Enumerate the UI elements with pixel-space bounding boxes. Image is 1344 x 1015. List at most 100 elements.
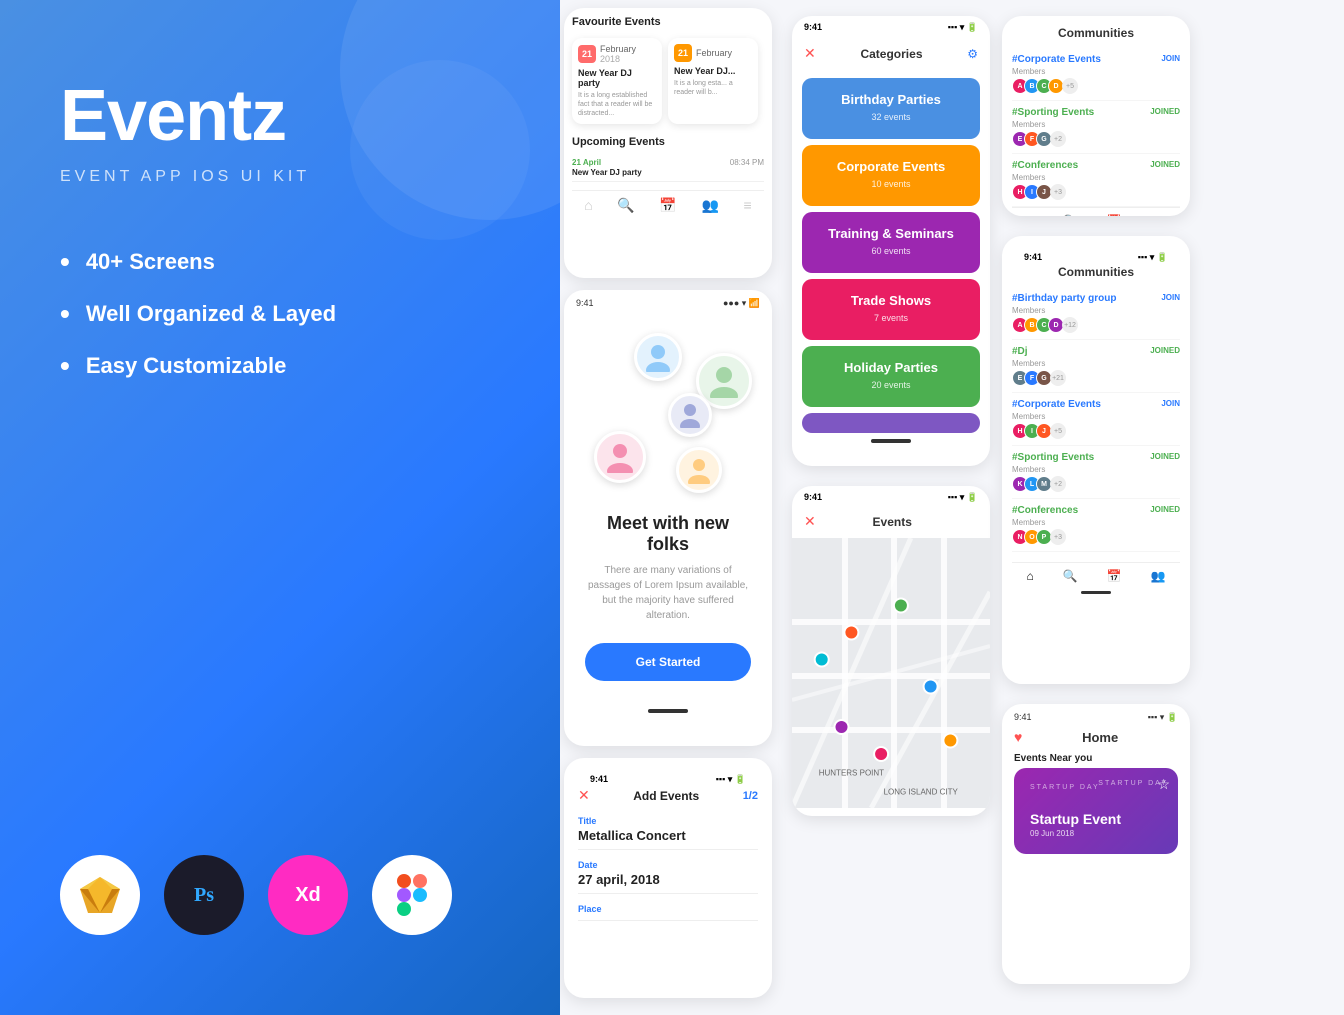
map-title: Events [873, 515, 912, 529]
place-field[interactable]: Place [578, 904, 758, 921]
onboarding-headline: Meet with new folks [584, 513, 752, 555]
event-date-home: 09 Jun 2018 [1030, 829, 1162, 838]
star-icon[interactable]: ☆ [1157, 776, 1170, 793]
event-title-2: New Year DJ... [674, 66, 752, 76]
phone-map[interactable]: 9:41 ▪▪▪ ▾ 🔋 ✕ Events X [792, 486, 990, 816]
category-holiday[interactable]: Holiday Parties 20 events [802, 346, 980, 407]
category-holiday-name: Holiday Parties [818, 360, 964, 375]
category-birthday[interactable]: Birthday Parties 32 events [802, 78, 980, 139]
community-sporting-2[interactable]: #Sporting Events Members K L M +2 JOINED [1012, 446, 1180, 499]
joined-sport2[interactable]: JOINED [1150, 452, 1180, 461]
join-bday[interactable]: JOIN [1161, 293, 1180, 302]
feature-1: 40+ Screens [60, 246, 500, 278]
category-trade[interactable]: Trade Shows 7 events [802, 279, 980, 340]
upcoming-item[interactable]: 21 April New Year DJ party 08:34 PM [572, 154, 764, 182]
people-nav-icon[interactable]: 👥 [701, 197, 718, 214]
community-birthday-group[interactable]: #Birthday party group Members A B C D +1… [1012, 287, 1180, 340]
community-item-conferences-top[interactable]: #Conferences Members H I J +3 JOINED [1012, 154, 1180, 207]
community-name-dj: #Dj [1012, 346, 1066, 357]
home-nav-icon[interactable]: ⌂ [584, 197, 592, 214]
phone-community-full[interactable]: 9:41 ▪▪▪ ▾ 🔋 Communities #Birthday party… [1002, 236, 1190, 684]
map-header: ✕ Events X [792, 505, 990, 538]
search-nav-icon[interactable]: 🔍 [617, 197, 634, 214]
members-label-conf2: Members [1012, 518, 1078, 527]
heart-icon[interactable]: ♥ [1014, 729, 1022, 745]
phone-home[interactable]: 9:41 ▪▪▪ ▾ 🔋 ♥ Home Events Near you STAR… [1002, 704, 1190, 984]
category-training[interactable]: Training & Seminars 60 events [802, 212, 980, 273]
close-button[interactable]: ✕ [578, 787, 590, 804]
title-separator [578, 849, 758, 850]
member-avatars-corp2: H I J +5 [1012, 423, 1101, 439]
joined-button-3[interactable]: JOINED [1150, 160, 1180, 169]
get-started-button[interactable]: Get Started [585, 643, 751, 681]
search-icon-top[interactable]: 🔍 [1063, 214, 1078, 216]
phone-add-events[interactable]: 9:41 ▪▪▪ ▾ 🔋 ✕ Add Events 1/2 Title Meta… [564, 758, 772, 998]
phone-favourite-events[interactable]: Favourite Events 21 February2018 New Yea… [564, 8, 772, 278]
category-training-count: 60 events [871, 246, 910, 256]
app-title: Eventz [60, 80, 500, 152]
people-icon-top[interactable]: 👥 [1151, 214, 1166, 216]
members-label-sport2: Members [1012, 465, 1094, 474]
menu-nav-icon[interactable]: ≡ [744, 197, 752, 214]
categories-filter[interactable]: ⚙ [967, 47, 978, 61]
member-avatars-sport2: K L M +2 [1012, 476, 1094, 492]
community-dj[interactable]: #Dj Members E F G +21 JOINED [1012, 340, 1180, 393]
community-conferences-2[interactable]: #Conferences Members N O P +3 JOINED [1012, 499, 1180, 552]
member-avatars-conf2: N O P +3 [1012, 529, 1078, 545]
map-pin-7 [815, 653, 829, 667]
signal-comm: ▪▪▪ ▾ 🔋 [1138, 252, 1168, 263]
cal-icon-full[interactable]: 📅 [1107, 569, 1122, 583]
joined-button-2[interactable]: JOINED [1150, 107, 1180, 116]
onboarding-text: Meet with new folks There are many varia… [564, 513, 772, 623]
home-heart-row: ♥ Home [1002, 725, 1190, 745]
phone-categories[interactable]: 9:41 ▪▪▪ ▾ 🔋 ✕ Categories ⚙ Birthday Par… [792, 16, 990, 466]
event-desc-2: It is a long esta... a reader will b... [674, 79, 752, 97]
map-pin-5 [943, 734, 957, 748]
community-name-corp2: #Corporate Events [1012, 399, 1101, 410]
home-icon-top[interactable]: ⌂ [1026, 214, 1033, 216]
calendar-nav-icon[interactable]: 📅 [659, 197, 676, 214]
event-title-1: New Year DJ party [578, 68, 656, 88]
map-close[interactable]: ✕ [804, 513, 816, 530]
phone-community-top[interactable]: Communities #Corporate Events Members A … [1002, 16, 1190, 216]
community-item-sporting[interactable]: #Sporting Events Members E F G +2 JOINED [1012, 101, 1180, 154]
date-field[interactable]: Date 27 april, 2018 [578, 860, 758, 894]
title-field[interactable]: Title Metallica Concert [578, 816, 758, 850]
event-cards-row: 21 February2018 New Year DJ party It is … [572, 38, 764, 124]
place-label: Place [578, 904, 758, 914]
join-button-1[interactable]: JOIN [1161, 54, 1180, 63]
joined-dj[interactable]: JOINED [1150, 346, 1180, 355]
event-card-2[interactable]: 21 February New Year DJ... It is a long … [668, 38, 758, 124]
category-holiday-count: 20 events [871, 380, 910, 390]
cal-icon-top[interactable]: 📅 [1107, 214, 1122, 216]
place-separator [578, 920, 758, 921]
upcoming-name: New Year DJ party [572, 168, 642, 177]
step-indicator: 1/2 [743, 790, 758, 802]
status-bar-2: 9:41 ●●● ▾ 📶 [564, 290, 772, 313]
categories-title: Categories [860, 47, 922, 61]
sketch-icon [60, 855, 140, 935]
category-training-name: Training & Seminars [818, 226, 964, 241]
category-birthday-name: Birthday Parties [818, 92, 964, 107]
join-corp2[interactable]: JOIN [1161, 399, 1180, 408]
category-corporate[interactable]: Corporate Events 10 events [802, 145, 980, 206]
category-more[interactable] [802, 413, 980, 433]
categories-close[interactable]: ✕ [804, 45, 816, 62]
community-corporate-2[interactable]: #Corporate Events Members H I J +5 JOIN [1012, 393, 1180, 446]
phone-onboarding[interactable]: 9:41 ●●● ▾ 📶 [564, 290, 772, 746]
joined-conf2[interactable]: JOINED [1150, 505, 1180, 514]
more-badge-1: +5 [1062, 78, 1078, 94]
home-icon-full[interactable]: ⌂ [1026, 569, 1033, 583]
featured-event-card[interactable]: STARTUP DAY Startup Event 09 Jun 2018 ☆ [1014, 768, 1178, 854]
status-bar-map: 9:41 ▪▪▪ ▾ 🔋 [792, 486, 990, 505]
community-title-top: Communities [1012, 26, 1180, 40]
members-label-3: Members [1012, 173, 1078, 182]
date-month-2: February [696, 48, 732, 58]
search-icon-full[interactable]: 🔍 [1063, 569, 1078, 583]
categories-header: ✕ Categories ⚙ [792, 35, 990, 72]
member-avatars-dj: E F G +21 [1012, 370, 1066, 386]
people-icon-full[interactable]: 👥 [1151, 569, 1166, 583]
members-label-2: Members [1012, 120, 1094, 129]
event-card-1[interactable]: 21 February2018 New Year DJ party It is … [572, 38, 662, 124]
community-item-corporate[interactable]: #Corporate Events Members A B C D +5 JOI… [1012, 48, 1180, 101]
